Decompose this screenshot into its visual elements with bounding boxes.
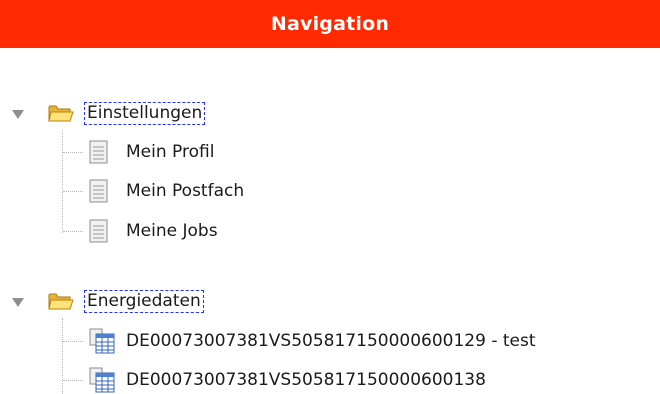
- spreadsheet-document-icon: [89, 367, 115, 393]
- tree-connector-line: [62, 130, 63, 233]
- tree-connector-line: [63, 341, 83, 342]
- tree-folder-label[interactable]: Energiedaten: [84, 290, 204, 313]
- tree-connector-line: [62, 318, 63, 394]
- folder-open-icon: [48, 293, 74, 310]
- navigation-tree: Einstellungen Mein Profil Mein Postfach: [0, 48, 660, 394]
- tree-item-meine-jobs[interactable]: Meine Jobs: [84, 217, 484, 245]
- tree-item-mein-profil[interactable]: Mein Profil: [84, 138, 484, 166]
- tree-folder-label[interactable]: Einstellungen: [84, 102, 206, 125]
- tree-connector-line: [63, 191, 83, 192]
- tree-item-label[interactable]: Meine Jobs: [126, 219, 218, 243]
- tree-item-metering-point[interactable]: DE00073007381VS505817150000600138: [84, 366, 660, 394]
- tree-item-label[interactable]: DE00073007381VS505817150000600129 - test: [126, 329, 536, 353]
- document-icon: [89, 179, 108, 203]
- tree-connector-line: [63, 152, 83, 153]
- tree-connector-line: [63, 380, 83, 381]
- tree-item-mein-postfach[interactable]: Mein Postfach: [84, 177, 484, 205]
- spreadsheet-document-icon: [89, 328, 115, 354]
- expand-toggle-icon[interactable]: [12, 110, 24, 119]
- tree-item-metering-point[interactable]: DE00073007381VS505817150000600129 - test: [84, 327, 660, 355]
- tree-folder-energiedaten[interactable]: Energiedaten: [0, 288, 660, 316]
- tree-connector-line: [63, 231, 83, 232]
- navigation-title: Navigation: [270, 13, 390, 35]
- tree-item-label[interactable]: Mein Postfach: [126, 179, 244, 203]
- tree-item-label[interactable]: DE00073007381VS505817150000600138: [126, 368, 486, 392]
- tree-item-label[interactable]: Mein Profil: [126, 140, 214, 164]
- tree-folder-einstellungen[interactable]: Einstellungen: [0, 100, 660, 128]
- navigation-header: Navigation: [0, 0, 660, 48]
- folder-open-icon: [48, 105, 74, 122]
- document-icon: [89, 219, 108, 243]
- expand-toggle-icon[interactable]: [12, 298, 24, 307]
- document-icon: [89, 140, 108, 164]
